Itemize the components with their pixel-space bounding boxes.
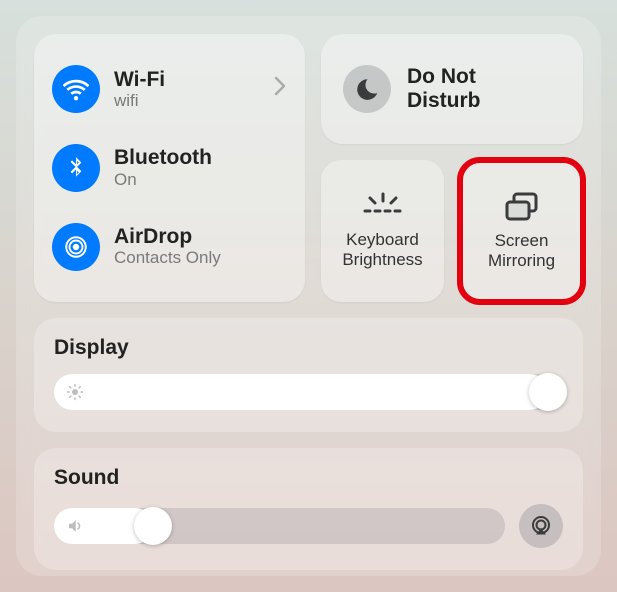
sound-slider[interactable] bbox=[54, 508, 505, 544]
bluetooth-subtitle: On bbox=[114, 170, 287, 190]
screen-mirroring-button[interactable]: Screen Mirroring bbox=[460, 160, 583, 302]
display-card: Display bbox=[34, 318, 583, 432]
dnd-title: Do Not Disturb bbox=[407, 65, 481, 113]
airdrop-title: AirDrop bbox=[114, 225, 287, 248]
screen-mirroring-label: Screen Mirroring bbox=[464, 231, 579, 270]
wifi-subtitle: wifi bbox=[114, 91, 259, 111]
keyboard-brightness-icon bbox=[361, 192, 405, 222]
wifi-text: Wi-Fi wifi bbox=[114, 68, 259, 111]
wifi-title: Wi-Fi bbox=[114, 68, 259, 91]
bluetooth-item[interactable]: Bluetooth On bbox=[50, 138, 289, 198]
keyboard-brightness-button[interactable]: Keyboard Brightness bbox=[321, 160, 444, 302]
display-slider[interactable] bbox=[54, 374, 563, 410]
control-center-panel: Wi-Fi wifi Bluetooth On bbox=[16, 16, 601, 576]
airplay-audio-button[interactable] bbox=[519, 504, 563, 548]
sound-title: Sound bbox=[54, 466, 563, 490]
connectivity-card: Wi-Fi wifi Bluetooth On bbox=[34, 34, 305, 302]
keyboard-brightness-label: Keyboard Brightness bbox=[325, 230, 440, 269]
airdrop-item[interactable]: AirDrop Contacts Only bbox=[50, 217, 289, 277]
wifi-icon bbox=[52, 65, 100, 113]
speaker-icon bbox=[66, 517, 84, 535]
chevron-right-icon bbox=[273, 76, 287, 102]
tile-row: Keyboard Brightness Screen Mirroring bbox=[321, 160, 583, 302]
screen-mirroring-icon bbox=[502, 191, 542, 223]
bluetooth-text: Bluetooth On bbox=[114, 146, 287, 189]
sound-card: Sound bbox=[34, 448, 583, 570]
display-slider-thumb[interactable] bbox=[529, 373, 567, 411]
wifi-item[interactable]: Wi-Fi wifi bbox=[50, 59, 289, 119]
airdrop-subtitle: Contacts Only bbox=[114, 248, 287, 268]
right-column: Do Not Disturb Keyboard Brightness bbox=[321, 34, 583, 302]
sound-slider-thumb[interactable] bbox=[134, 507, 172, 545]
top-row: Wi-Fi wifi Bluetooth On bbox=[34, 34, 583, 302]
airdrop-text: AirDrop Contacts Only bbox=[114, 225, 287, 268]
bluetooth-icon bbox=[52, 144, 100, 192]
bluetooth-title: Bluetooth bbox=[114, 146, 287, 169]
airdrop-icon bbox=[52, 223, 100, 271]
do-not-disturb-button[interactable]: Do Not Disturb bbox=[321, 34, 583, 144]
moon-icon bbox=[343, 65, 391, 113]
display-title: Display bbox=[54, 336, 563, 360]
sun-icon bbox=[66, 383, 84, 401]
airplay-audio-icon bbox=[529, 514, 553, 538]
